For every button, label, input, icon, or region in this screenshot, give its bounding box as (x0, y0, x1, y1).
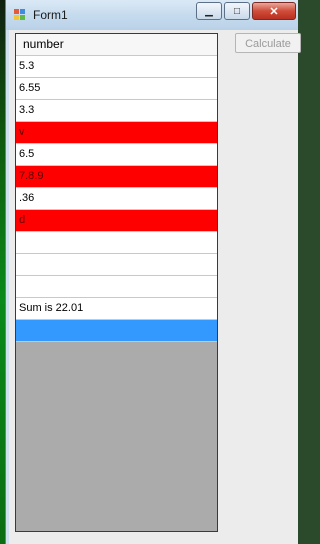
grid-row[interactable]: v (16, 122, 217, 144)
grid-row[interactable] (16, 232, 217, 254)
window-title: Form1 (33, 8, 68, 22)
grid-new-row[interactable] (16, 320, 217, 342)
app-icon (14, 9, 26, 21)
grid-row[interactable]: Sum is 22.01 (16, 298, 217, 320)
form-client-area: number 5.3 6.55 3.3 v 6.5 7.8.9.36 d Sum is 22.… (9, 30, 301, 544)
minimize-button[interactable]: ▁ (196, 2, 222, 20)
grid-row[interactable]: 5.3 (16, 56, 217, 78)
column-header-number[interactable]: number (16, 34, 217, 56)
app-window: Form1 ▁ □ ✕ number 5.3 6.55 3.3 v 6.5 7.8.9.3… (5, 0, 301, 544)
minimize-icon: ▁ (205, 5, 213, 17)
grid-row[interactable]: 6.55 (16, 78, 217, 100)
close-icon: ✕ (269, 5, 279, 18)
grid-rows: 5.3 6.55 3.3 v 6.5 7.8.9.36 d Sum is 22.01 (16, 56, 217, 342)
grid-row[interactable]: d (16, 210, 217, 232)
grid-row[interactable]: 7.8.9 (16, 166, 217, 188)
grid-row[interactable]: .36 (16, 188, 217, 210)
maximize-icon: □ (233, 5, 241, 17)
close-button[interactable]: ✕ (252, 2, 296, 20)
title-bar[interactable]: Form1 ▁ □ ✕ (6, 0, 298, 30)
grid-row[interactable]: 6.5 (16, 144, 217, 166)
grid-row[interactable] (16, 254, 217, 276)
grid-row[interactable] (16, 276, 217, 298)
maximize-button[interactable]: □ (224, 2, 250, 20)
number-grid[interactable]: number 5.3 6.55 3.3 v 6.5 7.8.9.36 d Sum is 22.… (15, 33, 218, 532)
calculate-button[interactable]: Calculate (235, 33, 301, 53)
grid-row[interactable]: 3.3 (16, 100, 217, 122)
